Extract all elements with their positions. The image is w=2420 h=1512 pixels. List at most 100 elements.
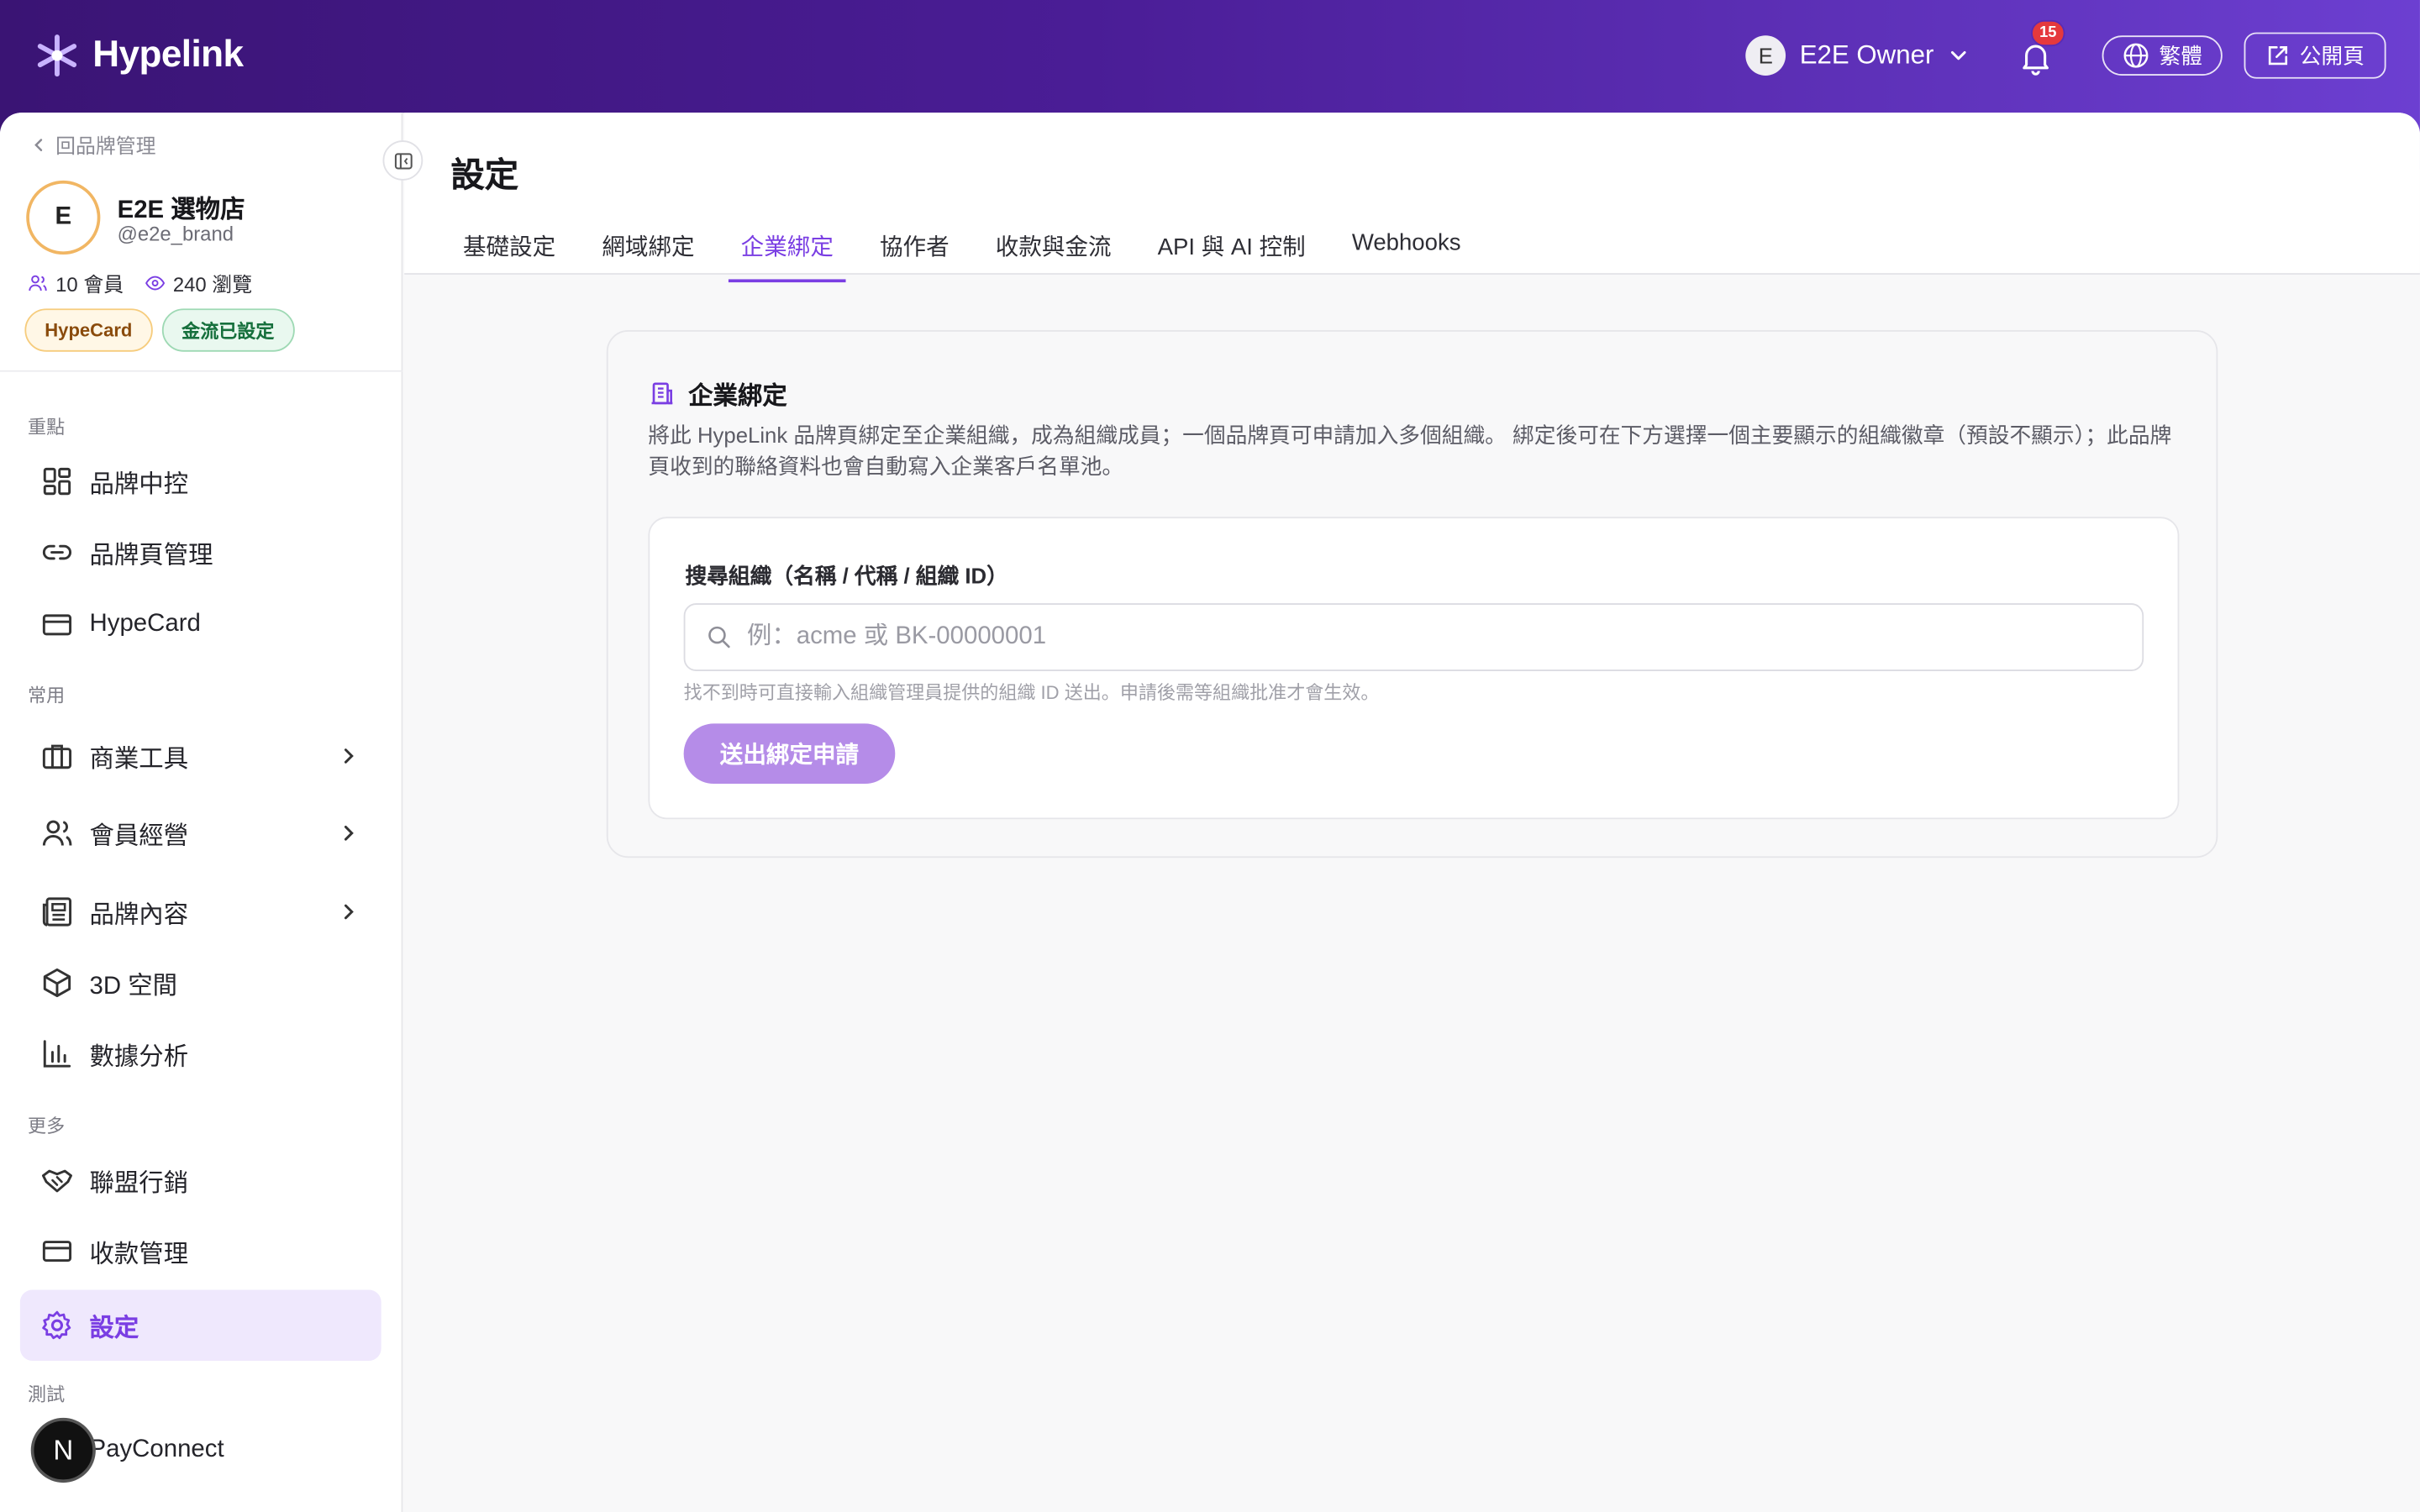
gear-icon bbox=[42, 1310, 71, 1340]
search-icon bbox=[708, 626, 730, 648]
sidebar: 回品牌管理 E E2E 選物店 @e2e_brand 10 會員 240 瀏覽 … bbox=[0, 113, 403, 1512]
back-to-brands-link[interactable]: 回品牌管理 bbox=[31, 129, 156, 159]
briefcase-icon bbox=[42, 744, 72, 769]
org-search-panel: 搜尋組織（名稱 / 代稱 / 組織 ID） 找不到時可直接輸入組織管理員提供的組… bbox=[648, 517, 2180, 820]
sidebar-item-label: 設定 bbox=[89, 1315, 139, 1342]
user-menu[interactable]: E E2E Owner bbox=[1745, 35, 1969, 76]
enterprise-binding-card: 企業綁定 將此 HypeLink 品牌頁綁定至企業組織，成為組織成員；一個品牌頁… bbox=[606, 330, 2218, 858]
tab-enterprise[interactable]: 企業綁定 bbox=[728, 221, 846, 283]
handshake-icon bbox=[41, 1169, 72, 1193]
dev-tools-button[interactable]: N bbox=[30, 1417, 96, 1483]
section-label-test: 測試 bbox=[28, 1383, 66, 1406]
chevron-left-icon bbox=[34, 138, 43, 151]
card-description: 將此 HypeLink 品牌頁綁定至企業組織，成為組織成員；一個品牌頁可申請加入… bbox=[648, 423, 2172, 479]
sidebar-item-brand-content[interactable]: 品牌內容 bbox=[20, 876, 381, 947]
language-label: 繁體 bbox=[2159, 43, 2202, 68]
app-logo[interactable]: Hypelink bbox=[31, 31, 244, 81]
sidebar-item-label: 品牌頁管理 bbox=[89, 543, 213, 570]
public-page-label: 公開頁 bbox=[2299, 43, 2365, 68]
card-title: 企業綁定 bbox=[648, 375, 787, 412]
sidebar-collapse-button[interactable] bbox=[382, 140, 424, 181]
user-name: E2E Owner bbox=[1799, 39, 1934, 70]
sidebar-item-label: 品牌內容 bbox=[89, 902, 189, 929]
link-icon bbox=[42, 544, 71, 560]
brand-tags: HypeCard 金流已設定 bbox=[24, 308, 295, 352]
hypecard-tag: HypeCard bbox=[24, 308, 153, 352]
chevron-down-icon bbox=[1950, 50, 1966, 60]
eye-icon bbox=[145, 276, 166, 291]
tab-collaborators[interactable]: 協作者 bbox=[867, 221, 961, 281]
bar-chart-icon bbox=[43, 1040, 71, 1068]
sidebar-item-label: 聯盟行銷 bbox=[89, 1171, 189, 1198]
sidebar-item-settings[interactable]: 設定 bbox=[19, 1289, 381, 1361]
card-icon bbox=[42, 614, 72, 636]
public-page-button[interactable]: 公開頁 bbox=[2244, 32, 2386, 79]
dashboard-icon bbox=[43, 467, 71, 496]
org-search-field[interactable] bbox=[683, 603, 2144, 671]
asterisk-logo-icon bbox=[37, 34, 77, 77]
sidebar-item-business-tools[interactable]: 商業工具 bbox=[20, 721, 381, 791]
building-icon bbox=[651, 382, 673, 405]
sidebar-item-label: 商業工具 bbox=[89, 746, 189, 774]
views-stat: 240 瀏覽 bbox=[145, 269, 252, 298]
sidebar-item-3d-space[interactable]: 3D 空間 bbox=[20, 948, 381, 1018]
sidebar-item-label: HypeCard bbox=[89, 611, 201, 638]
main-content: 設定 基礎設定 網域綁定 企業綁定 協作者 收款與金流 API 與 AI 控制 … bbox=[404, 113, 2420, 1512]
cube-icon bbox=[43, 968, 71, 998]
section-label-common: 常用 bbox=[28, 685, 66, 707]
settings-header: 設定 基礎設定 網域綁定 企業綁定 協作者 收款與金流 API 與 AI 控制 … bbox=[404, 113, 2420, 283]
search-hint: 找不到時可直接輸入組織管理員提供的組織 ID 送出。申請後需等組織批准才會生效。 bbox=[683, 681, 1380, 704]
brand-stats: 10 會員 240 瀏覽 bbox=[28, 269, 252, 298]
sidebar-item-brand-pages[interactable]: 品牌頁管理 bbox=[20, 517, 381, 587]
chevron-right-icon bbox=[344, 826, 354, 841]
users-icon bbox=[42, 820, 72, 846]
sidebar-item-label: 數據分析 bbox=[89, 1044, 189, 1071]
tab-webhooks[interactable]: Webhooks bbox=[1339, 221, 1473, 281]
back-label: 回品牌管理 bbox=[55, 134, 156, 158]
user-avatar: E bbox=[1745, 35, 1786, 76]
users-icon bbox=[29, 275, 47, 291]
tab-payments[interactable]: 收款與金流 bbox=[983, 221, 1123, 281]
logo-text: Hypelink bbox=[92, 34, 244, 76]
brand-handle: @e2e_brand bbox=[117, 222, 234, 246]
app-shell: 回品牌管理 E E2E 選物店 @e2e_brand 10 會員 240 瀏覽 … bbox=[0, 113, 2420, 1512]
notifications-button[interactable]: 15 bbox=[2016, 19, 2065, 76]
sidebar-divider bbox=[0, 370, 403, 372]
sidebar-item-label: 會員經營 bbox=[89, 823, 189, 851]
brand-name: E2E 選物店 bbox=[117, 197, 245, 224]
sidebar-item-hypecard[interactable]: HypeCard bbox=[20, 590, 381, 660]
sidebar-collapse-icon bbox=[393, 152, 412, 169]
views-count: 240 瀏覽 bbox=[172, 273, 253, 297]
tab-basic[interactable]: 基礎設定 bbox=[450, 221, 568, 281]
tab-domain[interactable]: 網域綁定 bbox=[590, 221, 708, 281]
submit-binding-button[interactable]: 送出綁定申請 bbox=[683, 723, 896, 785]
brand-avatar: E bbox=[26, 180, 101, 255]
sidebar-item-analytics[interactable]: 數據分析 bbox=[20, 1018, 381, 1089]
language-button[interactable]: 繁體 bbox=[2102, 35, 2223, 76]
credit-card-icon bbox=[42, 1241, 72, 1263]
org-search-input[interactable] bbox=[746, 623, 2106, 652]
sidebar-item-payments[interactable]: 收款管理 bbox=[20, 1215, 381, 1286]
sidebar-item-label: 收款管理 bbox=[89, 1242, 189, 1268]
notification-badge: 15 bbox=[2031, 19, 2065, 47]
sidebar-item-label: 3D 空間 bbox=[89, 973, 178, 1000]
tab-api-ai[interactable]: API 與 AI 控制 bbox=[1145, 221, 1318, 281]
members-stat: 10 會員 bbox=[28, 269, 124, 298]
sidebar-item-affiliate[interactable]: 聯盟行銷 bbox=[20, 1145, 381, 1215]
settings-tabs: 基礎設定 網域綁定 企業綁定 協作者 收款與金流 API 與 AI 控制 Web… bbox=[450, 221, 1495, 283]
chevron-right-icon bbox=[344, 904, 354, 920]
search-label: 搜尋組織（名稱 / 代稱 / 組織 ID） bbox=[685, 563, 1008, 588]
members-count: 10 會員 bbox=[55, 273, 124, 297]
external-link-icon bbox=[2268, 46, 2288, 66]
page-title: 設定 bbox=[450, 155, 519, 195]
section-label-highlights: 重點 bbox=[28, 416, 66, 438]
newspaper-icon bbox=[42, 897, 72, 927]
sidebar-item-member-ops[interactable]: 會員經營 bbox=[20, 798, 381, 869]
sidebar-item-label: PayConnect bbox=[89, 1436, 224, 1463]
sidebar-item-brand-center[interactable]: 品牌中控 bbox=[20, 446, 381, 517]
sidebar-item-label: 品牌中控 bbox=[89, 472, 189, 499]
payment-configured-tag: 金流已設定 bbox=[161, 308, 295, 352]
card-title-text: 企業綁定 bbox=[688, 384, 787, 411]
chevron-right-icon bbox=[344, 748, 354, 764]
globe-icon bbox=[2123, 43, 2149, 68]
